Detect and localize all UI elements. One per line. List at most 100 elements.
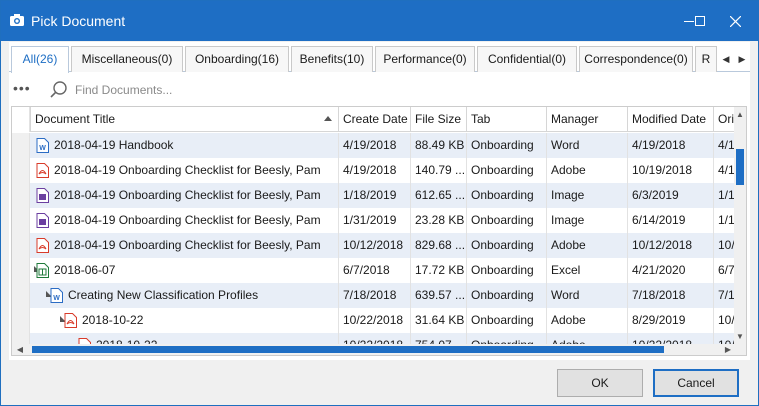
- horizontal-scrollbar[interactable]: ◀ ▶: [12, 344, 736, 355]
- cell-manager: Adobe: [546, 233, 627, 258]
- cell-file-size: 612.65 ...: [410, 183, 466, 208]
- pdf-icon: [36, 163, 49, 178]
- cell-manager: Adobe: [546, 158, 627, 183]
- cell-file-size: 140.79 ...: [410, 158, 466, 183]
- scroll-left-icon[interactable]: ◀: [14, 344, 26, 355]
- tab-performance[interactable]: Performance(0): [375, 46, 475, 72]
- cell-tab: Onboarding: [466, 308, 546, 333]
- horizontal-scroll-thumb[interactable]: [32, 346, 664, 353]
- cell-modified-date: 8/29/2019: [627, 308, 713, 333]
- cell-create-date: 10/12/2018: [338, 233, 410, 258]
- row-indicator: [12, 258, 30, 283]
- scroll-right-icon[interactable]: ▶: [722, 344, 734, 355]
- cell-create-date: 10/22/2018: [338, 308, 410, 333]
- cell-modified-date: 4/21/2020: [627, 258, 713, 283]
- tab-correspondence[interactable]: Correspondence(0): [579, 46, 693, 72]
- row-indicator: [12, 133, 30, 158]
- documents-grid: Document Title Create Date File Size Tab…: [11, 106, 747, 356]
- cell-manager: Adobe: [546, 308, 627, 333]
- table-row[interactable]: W 2018-04-19 Handbook 4/19/2018 88.49 KB Onb…: [12, 133, 736, 158]
- cell-file-size: 17.72 KB: [410, 258, 466, 283]
- tab-overflow[interactable]: R: [695, 46, 717, 72]
- cell-document-title: 2018-04-19 Onboarding Checklist for Bees…: [54, 188, 321, 202]
- cell-tab: Onboarding: [466, 158, 546, 183]
- table-row[interactable]: 2018-06-07 6/7/2018 17.72 KB Onboarding Exce…: [12, 258, 736, 283]
- pdf-icon: [36, 238, 49, 253]
- ok-button[interactable]: OK: [557, 369, 643, 397]
- table-row[interactable]: 2018-10-22 10/22/2018 31.64 KB Onboarding Ad…: [12, 308, 736, 333]
- scroll-down-icon[interactable]: ▼: [734, 331, 746, 343]
- excel-icon: [36, 263, 49, 278]
- more-options-icon[interactable]: •••: [13, 80, 31, 96]
- cell-modified-date: 7/18/2018: [627, 283, 713, 308]
- cell-document-title: Creating New Classification Profiles: [68, 288, 259, 302]
- word-icon: W: [50, 288, 63, 303]
- column-file-size[interactable]: File Size: [410, 107, 466, 132]
- camera-icon: [10, 14, 24, 26]
- cell-manager: Word: [546, 283, 627, 308]
- find-documents-input[interactable]: [75, 81, 475, 99]
- vertical-scrollbar[interactable]: ▲ ▼: [734, 107, 746, 355]
- close-button[interactable]: [712, 1, 758, 41]
- tab-miscellaneous[interactable]: Miscellaneous(0): [71, 46, 183, 72]
- cell-document-title: 2018-06-07: [54, 263, 116, 277]
- cell-manager: Image: [546, 183, 627, 208]
- cell-file-size: 88.49 KB: [410, 133, 466, 158]
- header-spacer: [12, 107, 30, 132]
- svg-text:W: W: [53, 295, 60, 302]
- search-icon: [50, 81, 67, 98]
- dialog-content: All(26) Miscellaneous(0) Onboarding(16) …: [9, 42, 750, 360]
- column-document-title[interactable]: Document Title: [30, 107, 338, 132]
- cell-modified-date: 6/14/2019: [627, 208, 713, 233]
- column-tab[interactable]: Tab: [466, 107, 546, 132]
- cell-modified-date: 4/19/2018: [627, 133, 713, 158]
- table-row[interactable]: 2018-04-19 Onboarding Checklist for Bees…: [12, 233, 736, 258]
- cell-create-date: 7/18/2018: [338, 283, 410, 308]
- column-manager[interactable]: Manager: [546, 107, 627, 132]
- tab-benefits[interactable]: Benefits(10): [291, 46, 373, 72]
- cell-tab: Onboarding: [466, 283, 546, 308]
- scroll-up-icon[interactable]: ▲: [734, 109, 746, 121]
- pdf-icon: [64, 313, 77, 328]
- column-create-date[interactable]: Create Date: [338, 107, 410, 132]
- cell-manager: Image: [546, 208, 627, 233]
- sort-ascending-icon: [324, 116, 332, 121]
- cancel-button[interactable]: Cancel: [653, 369, 739, 397]
- row-indicator: [12, 208, 30, 233]
- image-icon: [36, 213, 49, 228]
- column-modified-date[interactable]: Modified Date: [627, 107, 713, 132]
- table-row[interactable]: 2018-04-19 Onboarding Checklist for Bees…: [12, 158, 736, 183]
- tab-onboarding[interactable]: Onboarding(16): [185, 46, 289, 72]
- cell-create-date: 4/19/2018: [338, 158, 410, 183]
- title-bar: Pick Document: [1, 1, 758, 41]
- row-indicator: [12, 233, 30, 258]
- window-title: Pick Document: [31, 13, 126, 29]
- vertical-scroll-thumb[interactable]: [736, 149, 744, 185]
- cell-modified-date: 10/12/2018: [627, 233, 713, 258]
- table-row[interactable]: W Creating New Classification Profiles 7/1…: [12, 283, 736, 308]
- cell-tab: Onboarding: [466, 183, 546, 208]
- table-row[interactable]: 2018-04-19 Onboarding Checklist for Bees…: [12, 183, 736, 208]
- cell-create-date: 1/31/2019: [338, 208, 410, 233]
- row-indicator: [12, 158, 30, 183]
- word-icon: W: [36, 138, 49, 153]
- cell-document-title: 2018-04-19 Onboarding Checklist for Bees…: [54, 163, 321, 177]
- cell-file-size: 31.64 KB: [410, 308, 466, 333]
- cell-modified-date: 10/19/2018: [627, 158, 713, 183]
- svg-text:W: W: [39, 145, 46, 152]
- cell-tab: Onboarding: [466, 233, 546, 258]
- tab-strip: All(26) Miscellaneous(0) Onboarding(16) …: [9, 44, 750, 73]
- row-indicator: [12, 283, 30, 308]
- cell-create-date: 4/19/2018: [338, 133, 410, 158]
- tab-confidential[interactable]: Confidential(0): [477, 46, 577, 72]
- tab-scroll-left-icon[interactable]: ◀: [720, 52, 732, 66]
- tab-all[interactable]: All(26): [11, 46, 69, 73]
- cell-create-date: 6/7/2018: [338, 258, 410, 283]
- tab-scroll-right-icon[interactable]: ▶: [736, 52, 748, 66]
- column-document-title-label: Document Title: [35, 112, 116, 126]
- image-icon: [36, 188, 49, 203]
- row-indicator: [12, 308, 30, 333]
- table-row[interactable]: 2018-04-19 Onboarding Checklist for Bees…: [12, 208, 736, 233]
- maximize-icon: [695, 16, 705, 26]
- close-icon: [729, 15, 741, 27]
